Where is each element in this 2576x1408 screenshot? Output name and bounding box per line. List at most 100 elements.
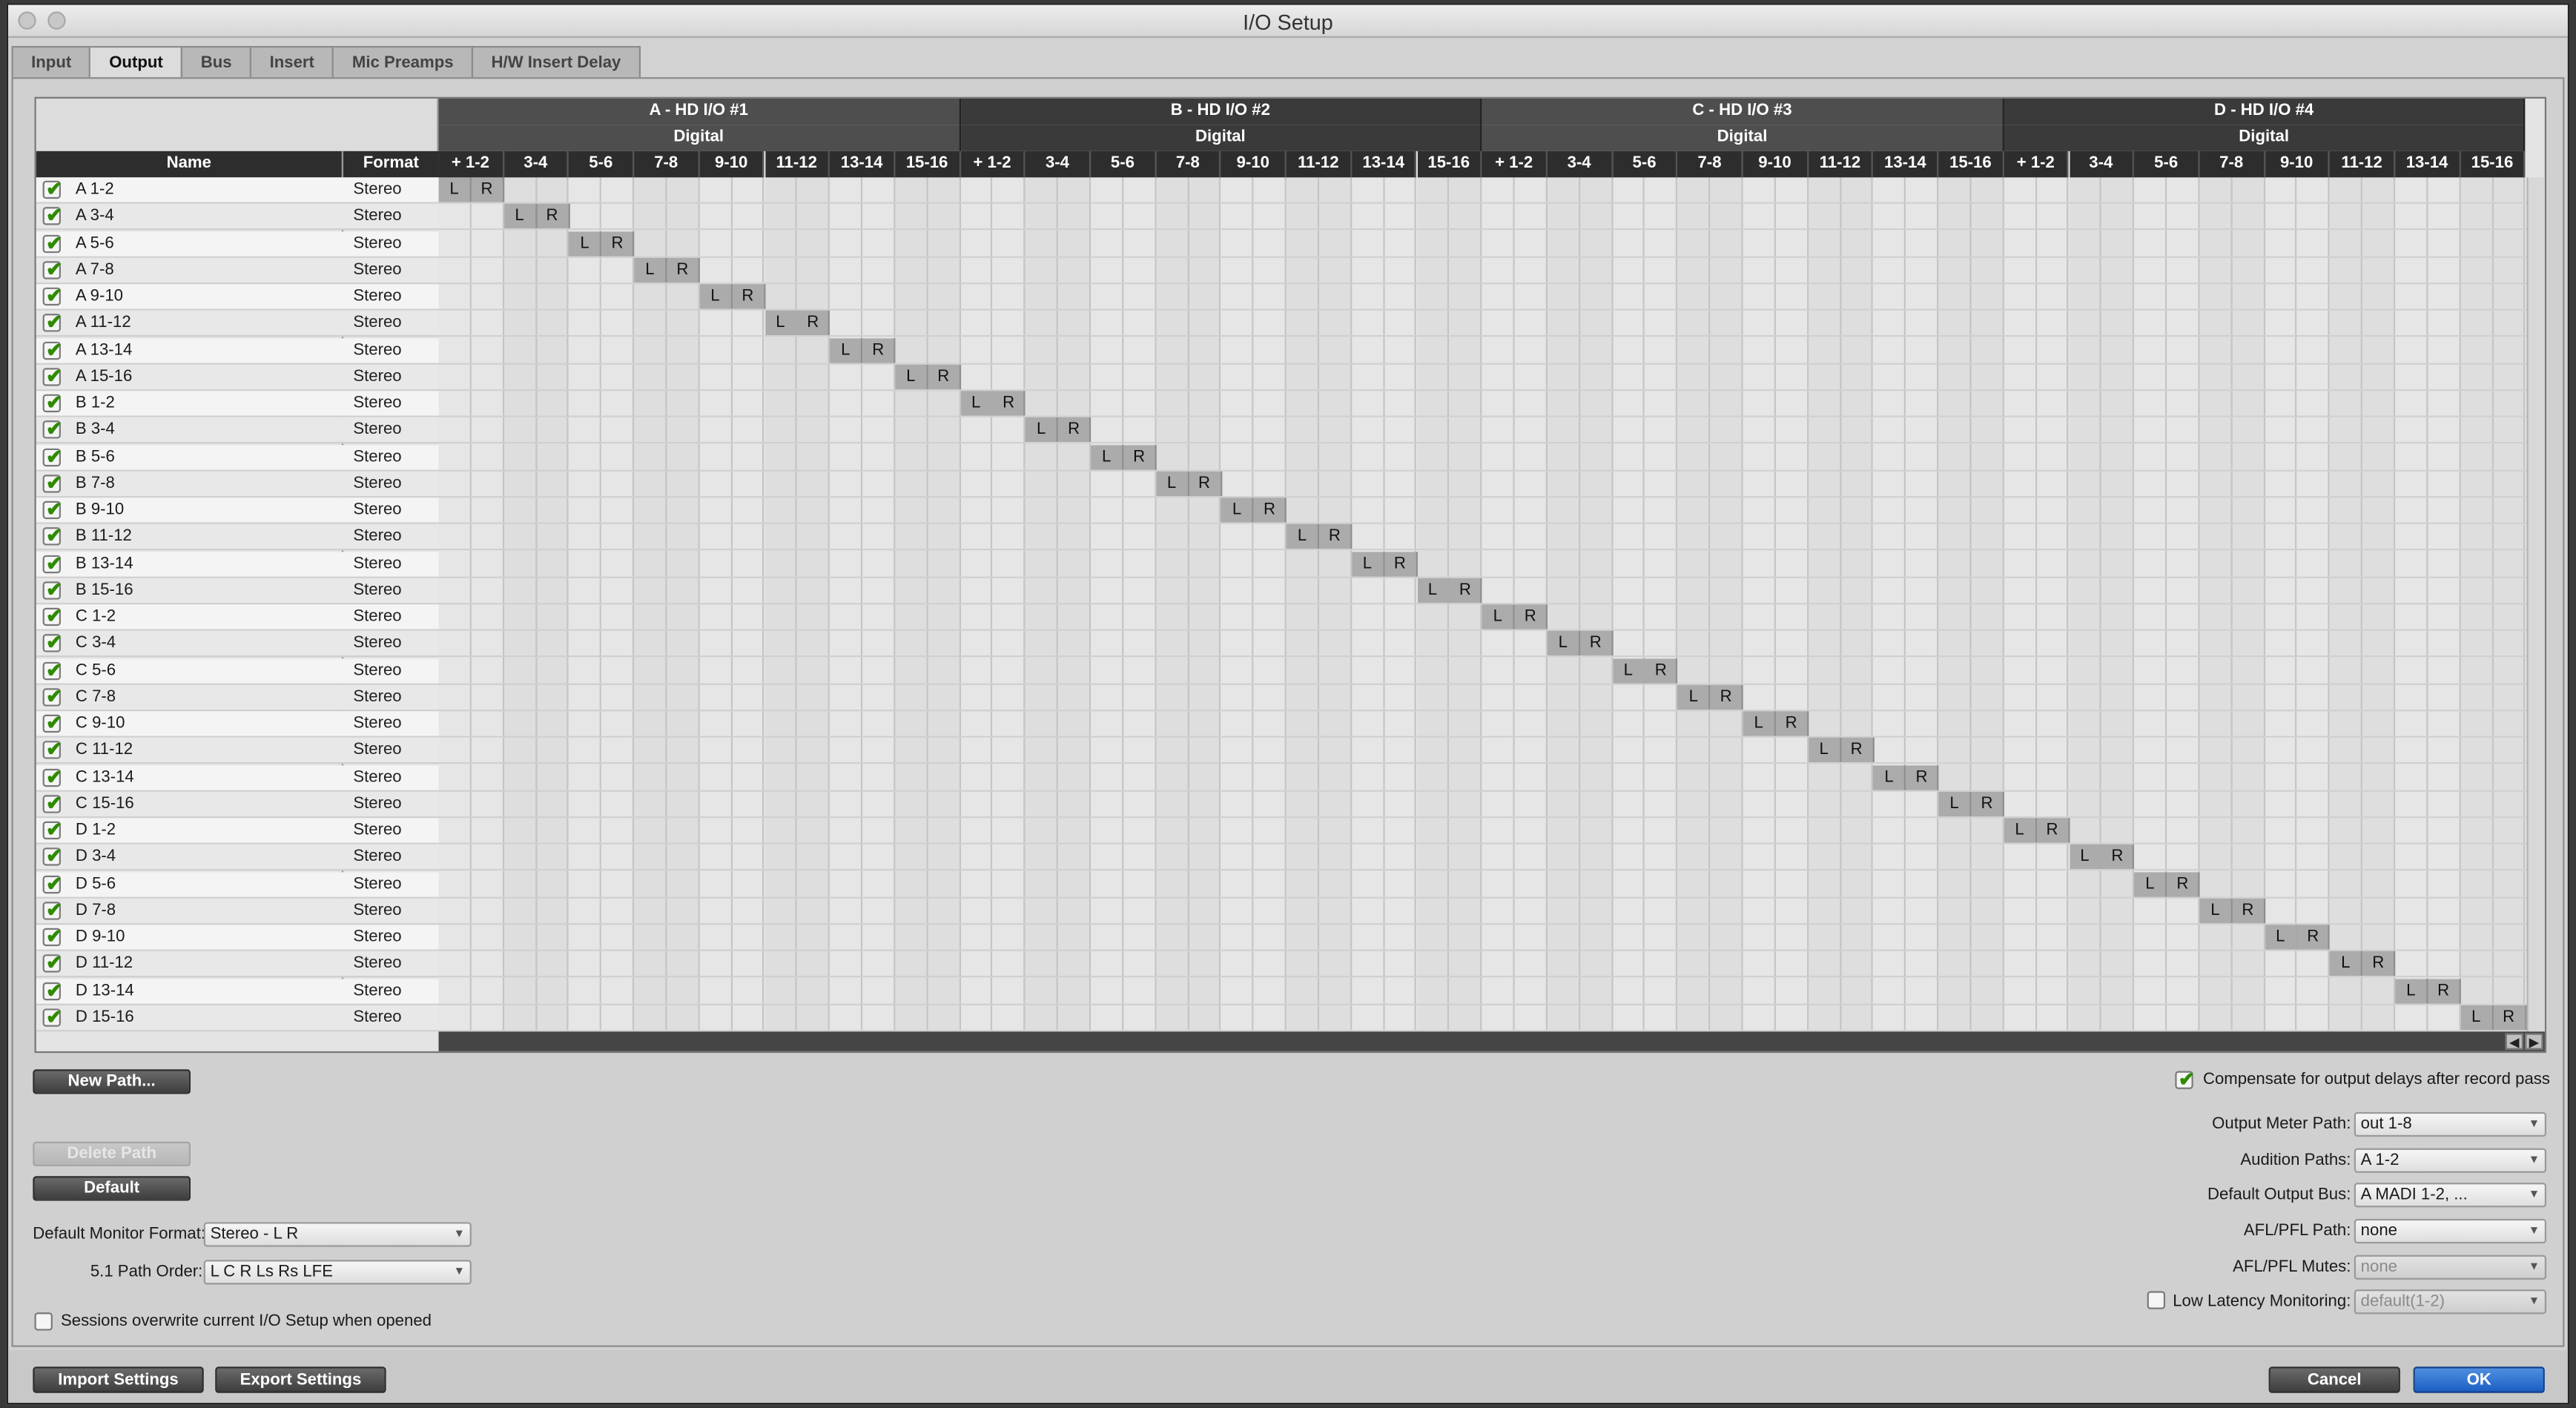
assignment-left-cell[interactable]: L — [1612, 658, 1646, 683]
assignment-right-cell[interactable]: R — [1645, 658, 1678, 683]
ok-button[interactable]: OK — [2413, 1366, 2545, 1393]
channel-pair-header[interactable]: + 1-2 — [1482, 151, 1548, 178]
channel-pair-header[interactable]: 5-6 — [569, 151, 635, 178]
channel-pair-header[interactable]: 7-8 — [2199, 151, 2265, 178]
path-enabled-checkbox[interactable]: ✔ — [42, 925, 62, 948]
channel-pair-header[interactable]: + 1-2 — [2004, 151, 2070, 178]
assignment-right-cell[interactable]: R — [2362, 951, 2396, 976]
cancel-button[interactable]: Cancel — [2268, 1366, 2400, 1393]
path-enabled-checkbox[interactable]: ✔ — [42, 231, 62, 254]
overwrite-checkbox[interactable] — [34, 1312, 53, 1331]
path-row[interactable]: ✔ D 9-10 Stereo — [36, 925, 439, 951]
assignment-left-cell[interactable]: L — [503, 204, 537, 229]
assignment-right-cell[interactable]: R — [667, 257, 700, 282]
channel-pair-header[interactable]: 15-16 — [1416, 151, 1482, 178]
assignment-left-cell[interactable]: L — [2395, 978, 2428, 1003]
channel-pair-header[interactable]: 11-12 — [1286, 151, 1352, 178]
channel-pair-header[interactable]: 13-14 — [1873, 151, 1939, 178]
assignment-right-cell[interactable]: R — [601, 231, 635, 256]
path-enabled-checkbox[interactable]: ✔ — [42, 818, 62, 841]
tab-input[interactable]: Input — [11, 46, 91, 79]
path-enabled-checkbox[interactable]: ✔ — [42, 578, 62, 601]
path-enabled-checkbox[interactable]: ✔ — [42, 524, 62, 547]
tab-output[interactable]: Output — [89, 46, 183, 79]
assignment-left-cell[interactable]: L — [764, 311, 798, 336]
channel-pair-header[interactable]: 15-16 — [895, 151, 961, 178]
path-row[interactable]: ✔ B 7-8 Stereo — [36, 471, 439, 498]
afl-path-select[interactable]: none ▼ — [2354, 1218, 2547, 1244]
assignment-left-cell[interactable]: L — [2460, 1005, 2494, 1030]
assignment-left-cell[interactable]: L — [1026, 417, 1059, 443]
path-enabled-checkbox[interactable]: ✔ — [42, 978, 62, 1001]
path-enabled-checkbox[interactable]: ✔ — [42, 284, 62, 307]
channel-pair-header[interactable]: 15-16 — [2460, 151, 2526, 178]
assignment-left-cell[interactable]: L — [1547, 631, 1581, 656]
path-row[interactable]: ✔ D 13-14 Stereo — [36, 978, 439, 1005]
monitor-format-select[interactable]: Stereo - L R ▼ — [203, 1222, 472, 1247]
channel-pair-header[interactable]: 7-8 — [634, 151, 700, 178]
assignment-right-cell[interactable]: R — [732, 284, 765, 309]
path-row[interactable]: ✔ C 15-16 Stereo — [36, 791, 439, 818]
assignment-left-cell[interactable]: L — [2330, 951, 2363, 976]
path-row[interactable]: ✔ A 9-10 Stereo — [36, 284, 439, 311]
scroll-right-icon[interactable]: ▶ — [2525, 1033, 2543, 1050]
assignment-left-cell[interactable]: L — [1808, 738, 1841, 763]
path-row[interactable]: ✔ B 9-10 Stereo — [36, 498, 439, 524]
assignment-right-cell[interactable]: R — [2428, 978, 2461, 1003]
assignment-left-cell[interactable]: L — [1482, 604, 1516, 629]
channel-pair-header[interactable]: + 1-2 — [960, 151, 1026, 178]
assignment-right-cell[interactable]: R — [2297, 925, 2331, 950]
channel-pair-header[interactable]: 5-6 — [2134, 151, 2200, 178]
channel-pair-header[interactable]: 7-8 — [1677, 151, 1743, 178]
path-enabled-checkbox[interactable]: ✔ — [42, 1005, 62, 1028]
path-row[interactable]: ✔ D 15-16 Stereo — [36, 1005, 439, 1031]
channel-pair-header[interactable]: 11-12 — [764, 151, 830, 178]
path-enabled-checkbox[interactable]: ✔ — [42, 391, 62, 414]
default-button[interactable]: Default — [33, 1176, 191, 1201]
path-row[interactable]: ✔ A 5-6 Stereo — [36, 231, 439, 257]
assignment-right-cell[interactable]: R — [1058, 417, 1092, 443]
assignment-right-cell[interactable]: R — [1840, 738, 1874, 763]
path-row[interactable]: ✔ B 5-6 Stereo — [36, 444, 439, 471]
channel-pair-header[interactable]: 9-10 — [2265, 151, 2331, 178]
path-row[interactable]: ✔ C 9-10 Stereo — [36, 711, 439, 738]
assignment-right-cell[interactable]: R — [1514, 604, 1548, 629]
path-enabled-checkbox[interactable]: ✔ — [42, 604, 62, 627]
assignment-left-cell[interactable]: L — [1286, 524, 1320, 549]
path-enabled-checkbox[interactable]: ✔ — [42, 871, 62, 894]
assignment-right-cell[interactable]: R — [1906, 764, 1939, 790]
assignment-right-cell[interactable]: R — [1318, 524, 1353, 549]
path-row[interactable]: ✔ D 1-2 Stereo — [36, 818, 439, 845]
assignment-left-cell[interactable]: L — [895, 364, 928, 389]
assignment-left-cell[interactable]: L — [1416, 578, 1450, 603]
channel-pair-header[interactable]: 11-12 — [2330, 151, 2396, 178]
channel-pair-header[interactable]: 13-14 — [830, 151, 896, 178]
path-row[interactable]: ✔ B 15-16 Stereo — [36, 578, 439, 604]
assignment-right-cell[interactable]: R — [1971, 791, 2004, 816]
path-enabled-checkbox[interactable]: ✔ — [42, 791, 62, 814]
assignment-left-cell[interactable]: L — [2004, 818, 2037, 843]
assignment-left-cell[interactable]: L — [830, 337, 863, 363]
assignment-left-cell[interactable]: L — [438, 177, 472, 202]
assignment-left-cell[interactable]: L — [1221, 498, 1255, 523]
assignment-right-cell[interactable]: R — [2167, 871, 2200, 896]
low-latency-select[interactable]: default(1-2) ▼ — [2354, 1289, 2547, 1315]
title-bar[interactable]: I/O Setup — [8, 4, 2568, 38]
assignment-left-cell[interactable]: L — [2069, 845, 2102, 870]
assignment-left-cell[interactable]: L — [2199, 898, 2233, 923]
assignment-right-cell[interactable]: R — [471, 177, 504, 202]
path-enabled-checkbox[interactable]: ✔ — [42, 337, 62, 360]
assignment-right-cell[interactable]: R — [1710, 684, 1743, 710]
channel-pair-header[interactable]: 5-6 — [1091, 151, 1157, 178]
path-order-select[interactable]: L C R Ls Rs LFE ▼ — [203, 1260, 472, 1285]
assignment-right-cell[interactable]: R — [1253, 498, 1287, 523]
export-settings-button[interactable]: Export Settings — [215, 1366, 386, 1393]
name-column-header[interactable]: Name — [36, 151, 342, 178]
assignment-left-cell[interactable]: L — [1743, 711, 1776, 736]
path-row[interactable]: ✔ C 11-12 Stereo — [36, 738, 439, 764]
assignment-left-cell[interactable]: L — [1091, 444, 1124, 469]
path-row[interactable]: ✔ D 3-4 Stereo — [36, 845, 439, 871]
path-row[interactable]: ✔ D 5-6 Stereo — [36, 871, 439, 898]
path-enabled-checkbox[interactable]: ✔ — [42, 311, 62, 334]
path-row[interactable]: ✔ A 15-16 Stereo — [36, 364, 439, 391]
